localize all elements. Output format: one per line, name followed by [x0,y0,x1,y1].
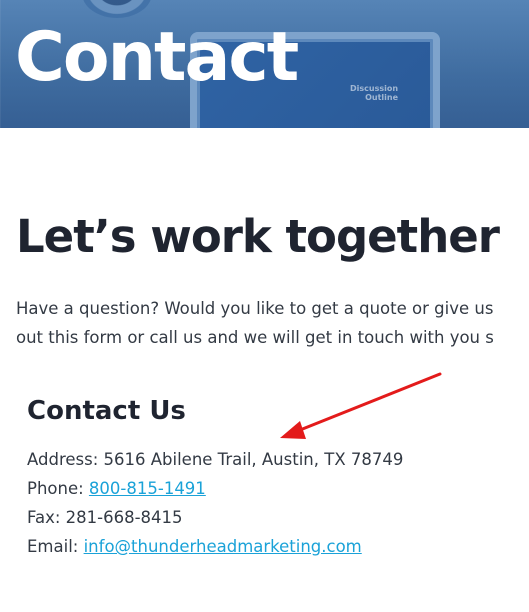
fax-value: 281-668-8415 [65,508,183,527]
laptop-screen-text-line1: Discussion [350,84,399,93]
phone-label: Phone: [27,479,89,498]
intro-paragraph: Have a question? Would you like to get a… [16,294,529,352]
arrow-shaft [293,372,442,434]
email-label: Email: [27,537,84,556]
contact-us-heading: Contact Us [27,396,186,426]
hero-banner: Discussion Outline Contact [0,0,529,128]
arrow-head [280,421,306,439]
address-label: Address: [27,450,104,469]
phone-line: Phone: 800-815-1491 [27,474,403,503]
laptop-screen-text-line2: Outline [365,93,399,102]
laptop-screen-text: Discussion Outline [350,84,398,102]
page-title: Contact [15,18,299,97]
fax-label: Fax: [27,508,66,527]
fax-line: Fax: 281-668-8415 [27,503,403,532]
contact-details: Address: 5616 Abilene Trail, Austin, TX … [27,445,403,561]
address-value: 5616 Abilene Trail, Austin, TX 78749 [103,450,404,469]
phone-link[interactable]: 800-815-1491 [89,479,206,498]
email-link[interactable]: info@thunderheadmarketing.com [84,537,362,556]
intro-line-2: out this form or call us and we will get… [16,328,494,347]
section-heading: Let’s work together [16,210,500,263]
email-line: Email: info@thunderheadmarketing.com [27,532,403,561]
address-line: Address: 5616 Abilene Trail, Austin, TX … [27,445,403,474]
intro-line-1: Have a question? Would you like to get a… [16,299,494,318]
